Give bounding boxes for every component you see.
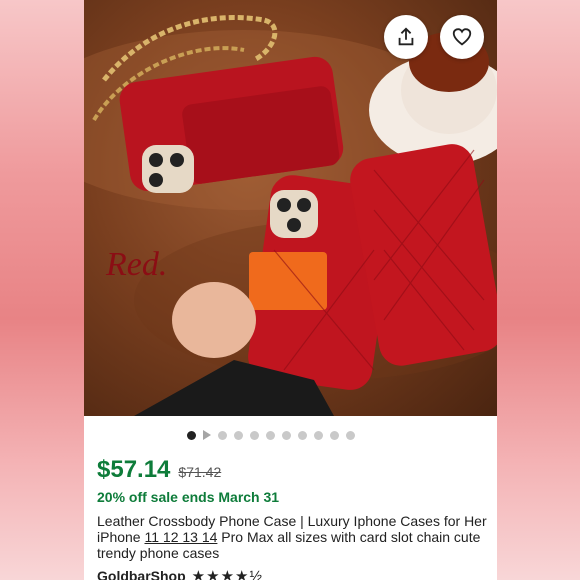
favorite-button[interactable]: [440, 15, 484, 59]
share-button[interactable]: [384, 15, 428, 59]
carousel-dot[interactable]: [233, 430, 243, 440]
listing-card: Red. $57.14 $71.42 20% off sale ends Mar…: [84, 0, 497, 580]
sale-banner: 20% off sale ends March 31: [97, 489, 280, 505]
carousel-dot[interactable]: [329, 430, 339, 440]
product-photo[interactable]: Red.: [84, 0, 497, 416]
photo-overlay-text: Red.: [105, 246, 167, 283]
carousel-dot-active[interactable]: [186, 430, 196, 440]
share-icon: [398, 27, 414, 46]
original-price: $71.42: [178, 464, 222, 480]
carousel-dot[interactable]: [345, 430, 355, 440]
carousel-dot[interactable]: [217, 430, 227, 440]
rating-stars-icon: ★★★★½: [191, 568, 263, 580]
product-image: Red.: [84, 15, 497, 416]
shop-name[interactable]: GoldbarShop: [97, 568, 186, 580]
listing-title[interactable]: Leather Crossbody Phone Case | Luxury Ip…: [97, 513, 492, 561]
carousel-dot[interactable]: [297, 430, 307, 440]
image-carousel-indicator: [84, 428, 497, 442]
video-play-icon[interactable]: [202, 430, 211, 440]
listing-title-models: 11 12 13 14: [144, 529, 218, 545]
shop-row: GoldbarShop ★★★★½: [97, 567, 263, 580]
carousel-dot[interactable]: [265, 430, 275, 440]
carousel-dot[interactable]: [249, 430, 259, 440]
carousel-dot[interactable]: [281, 430, 291, 440]
sale-price: $57.14: [97, 456, 171, 483]
price-row: $57.14 $71.42: [97, 456, 221, 484]
heart-icon: [452, 28, 472, 46]
carousel-dot[interactable]: [313, 430, 323, 440]
